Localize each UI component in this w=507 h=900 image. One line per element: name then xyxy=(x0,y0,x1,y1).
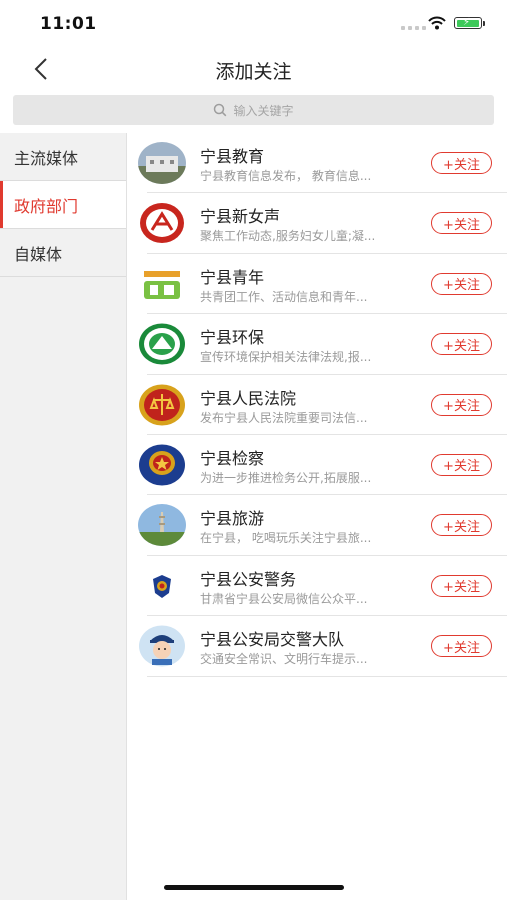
list-item[interactable]: 宁县环保 宣传环境保护相关法律法规,报... +关注 xyxy=(127,314,507,375)
follow-button[interactable]: +关注 xyxy=(431,333,492,356)
women-federation-icon xyxy=(138,202,186,244)
follow-button[interactable]: +关注 xyxy=(431,212,492,235)
police-badge-icon xyxy=(138,564,186,607)
home-indicator[interactable] xyxy=(164,885,344,890)
sidebar-item-label: 政府部门 xyxy=(14,196,79,216)
cellular-signal-icon xyxy=(401,26,426,30)
battery-cap xyxy=(483,21,485,26)
search-placeholder: 输入关键字 xyxy=(233,103,294,118)
account-description: 宣传环境保护相关法律法规,报... xyxy=(200,350,372,365)
court-emblem-icon xyxy=(138,384,186,426)
traffic-police-cartoon-icon xyxy=(138,625,186,667)
follow-button[interactable]: +关注 xyxy=(431,272,492,295)
account-description: 交通安全常识、文明行车提示... xyxy=(200,652,368,667)
sidebar-item-mainstream-media[interactable]: 主流媒体 xyxy=(0,133,126,181)
account-name: 宁县检察 xyxy=(200,448,265,468)
wifi-icon xyxy=(428,16,446,30)
follow-button[interactable]: +关注 xyxy=(431,152,492,174)
list-item[interactable]: 宁县人民法院 发布宁县人民法院重要司法信... +关注 xyxy=(127,375,507,436)
account-name: 宁县环保 xyxy=(200,328,265,348)
list-item[interactable]: 宁县检察 为进一步推进检务公开,拓展服... +关注 xyxy=(127,435,507,496)
account-description: 发布宁县人民法院重要司法信... xyxy=(200,410,368,425)
account-name: 宁县教育 xyxy=(200,147,265,166)
account-name: 宁县公安局交警大队 xyxy=(200,630,345,650)
follow-button[interactable]: +关注 xyxy=(431,635,492,658)
follow-button[interactable]: +关注 xyxy=(431,514,492,537)
category-sidebar: 主流媒体 政府部门 自媒体 xyxy=(0,133,127,900)
environment-emblem-icon xyxy=(138,323,186,365)
search-input[interactable]: 输入关键字 xyxy=(13,95,494,125)
account-name: 宁县旅游 xyxy=(200,509,265,529)
procuratorate-emblem-icon xyxy=(138,444,186,486)
account-name: 宁县青年 xyxy=(200,267,265,287)
search-icon xyxy=(214,103,227,117)
status-time: 11:01 xyxy=(40,14,97,34)
school-photo-icon xyxy=(138,142,186,184)
youth-logo-icon xyxy=(138,262,186,305)
account-description: 聚焦工作动态,服务妇女儿童;凝... xyxy=(200,229,376,244)
list-item[interactable]: 宁县旅游 在宁县， 吃喝玩乐关注宁县旅... +关注 xyxy=(127,495,507,557)
follow-button[interactable]: +关注 xyxy=(431,393,492,416)
status-bar: 11:01 ⚡ xyxy=(0,0,507,48)
sidebar-item-self-media[interactable]: 自媒体 xyxy=(0,229,126,277)
sidebar-item-government[interactable]: 政府部门 xyxy=(0,181,126,229)
sidebar-item-label: 自媒体 xyxy=(14,244,63,264)
account-description: 宁县教育信息发布， 教育信息... xyxy=(200,169,372,183)
nav-bar: 添加关注 xyxy=(0,48,507,90)
charging-icon: ⚡ xyxy=(463,17,471,28)
page-title: 添加关注 xyxy=(215,61,292,83)
account-name: 宁县人民法院 xyxy=(200,388,297,408)
account-description: 为进一步推进检务公开,拓展服... xyxy=(200,470,372,485)
list-item[interactable]: 宁县公安局交警大队 交通安全常识、文明行车提示... +关注 xyxy=(127,616,507,677)
list-item[interactable]: 宁县教育 宁县教育信息发布， 教育信息... +关注 xyxy=(127,133,507,194)
list-item[interactable]: 宁县新女声 聚焦工作动态,服务妇女儿童;凝... +关注 xyxy=(127,193,507,255)
account-list: 宁县教育 宁县教育信息发布， 教育信息... +关注 宁县新女声 聚焦工作动态,… xyxy=(127,133,507,677)
sidebar-item-label: 主流媒体 xyxy=(14,148,79,168)
account-description: 在宁县， 吃喝玩乐关注宁县旅... xyxy=(200,531,372,546)
account-description: 共青团工作、活动信息和青年... xyxy=(200,289,368,304)
list-item[interactable]: 宁县公安警务 甘肃省宁县公安局微信公众平... +关注 xyxy=(127,556,507,617)
account-description: 甘肃省宁县公安局微信公众平... xyxy=(200,591,368,606)
follow-button[interactable]: +关注 xyxy=(431,574,492,597)
tower-photo-icon xyxy=(138,504,186,547)
list-item[interactable]: 宁县青年 共青团工作、活动信息和青年... +关注 xyxy=(127,254,507,315)
account-name: 宁县公安警务 xyxy=(200,569,297,589)
account-name: 宁县新女声 xyxy=(200,207,281,227)
follow-button[interactable]: +关注 xyxy=(431,453,492,476)
